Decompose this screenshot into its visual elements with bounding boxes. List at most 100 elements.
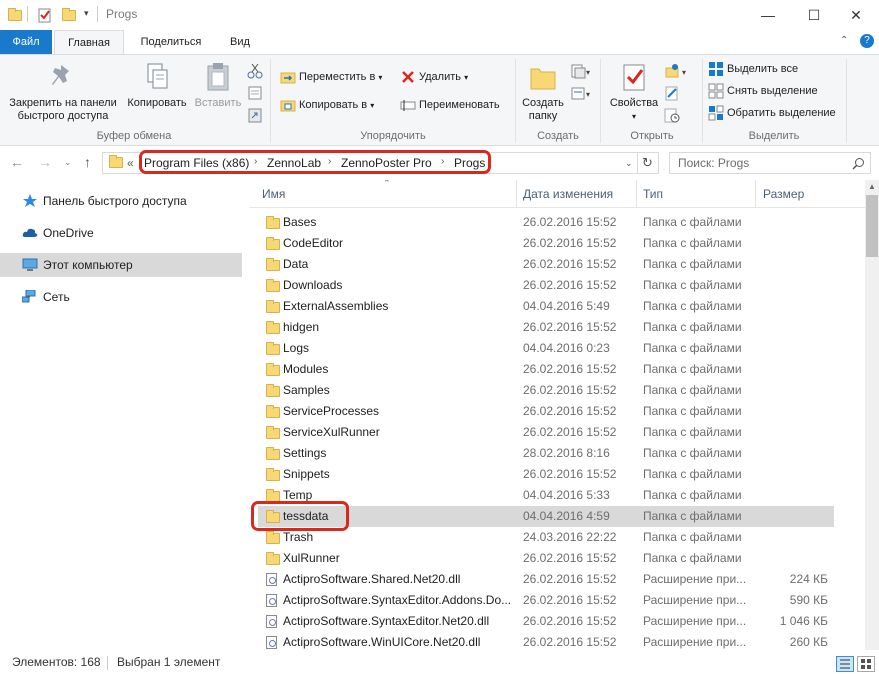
copy-button[interactable]: Копировать [124, 61, 190, 110]
file-row[interactable]: Settings 28.02.2016 8:16 Папка с файлами [258, 443, 834, 464]
file-type: Расширение при... [643, 572, 747, 586]
file-date: 26.02.2016 15:52 [523, 635, 617, 649]
pin-quick-access-button[interactable]: Закрепить на панели быстрого доступа [4, 61, 122, 123]
file-date: 26.02.2016 15:52 [523, 551, 617, 565]
new-folder-quick-icon[interactable] [62, 7, 76, 21]
copy-label: Копировать [127, 97, 187, 109]
paste-button[interactable]: Вставить [192, 61, 244, 110]
tab-file[interactable]: Файл [0, 30, 52, 54]
column-header-name[interactable]: Имя [262, 187, 285, 201]
column-header-size[interactable]: Размер [763, 187, 804, 201]
forward-button[interactable]: → [38, 154, 52, 170]
file-row[interactable]: ServiceXulRunner 26.02.2016 15:52 Папка с … [258, 422, 834, 443]
scrollbar-thumb[interactable] [866, 195, 878, 257]
file-row[interactable]: ServiceProcesses 26.02.2016 15:52 Папка с … [258, 401, 834, 422]
rename-button[interactable]: Переименовать [400, 95, 500, 115]
file-type: Папка с файлами [643, 278, 742, 292]
file-row[interactable]: Snippets 26.02.2016 15:52 Папка с файлами [258, 464, 834, 485]
file-name: Snippets [283, 467, 330, 481]
file-row[interactable]: Logs 04.04.2016 0:23 Папка с файлами [258, 338, 834, 359]
copy-path-icon[interactable] [247, 85, 263, 104]
address-dropdown-icon[interactable]: ⌄ [625, 158, 633, 169]
dropdown-arrow-icon: ▾ [631, 112, 636, 121]
file-row[interactable]: CodeEditor 26.02.2016 15:52 Папка с файлам… [258, 233, 834, 254]
paste-shortcut-icon[interactable] [247, 107, 263, 126]
invert-selection-button[interactable]: Обратить выделение [708, 103, 836, 123]
back-button[interactable]: ← [10, 154, 24, 170]
computer-icon [22, 258, 38, 271]
file-name: ActiproSoftware.Shared.Net20.dll [283, 572, 461, 586]
file-row[interactable]: hidgen 26.02.2016 15:52 Папка с файлами [258, 317, 834, 338]
tab-view[interactable]: Вид [218, 30, 262, 54]
file-name: ExternalAssemblies [283, 299, 389, 313]
details-view-icon[interactable] [836, 656, 854, 672]
open-icon[interactable]: ▾ [664, 63, 690, 82]
delete-button[interactable]: Удалить ▾ [400, 67, 468, 87]
properties-button[interactable]: Свойства ▾ [606, 61, 662, 123]
column-header-type[interactable]: Тип [643, 187, 663, 201]
recent-locations-icon[interactable]: ⌄ [64, 157, 72, 168]
select-all-icon [708, 61, 724, 77]
breadcrumb-overflow[interactable]: « [127, 156, 134, 170]
folder-icon [266, 426, 280, 439]
new-item-icon[interactable]: ▾ [570, 63, 592, 82]
easy-access-icon[interactable]: ▾ [570, 85, 592, 104]
column-divider[interactable] [516, 180, 517, 208]
file-type: Папка с файлами [643, 299, 742, 313]
file-date: 26.02.2016 15:52 [523, 257, 617, 271]
file-row[interactable]: Downloads 26.02.2016 15:52 Папка с файлами [258, 275, 834, 296]
file-row[interactable]: ExternalAssemblies 04.04.2016 5:49 Папка с… [258, 296, 834, 317]
file-type: Папка с файлами [643, 341, 742, 355]
file-name: Bases [283, 215, 317, 229]
file-row[interactable]: Data 26.02.2016 15:52 Папка с файлами [258, 254, 834, 275]
up-button[interactable]: ↑ [84, 154, 91, 170]
copy-to-button[interactable]: Копировать в ▾ [280, 95, 374, 115]
collapse-ribbon-icon[interactable]: ⌃ [840, 35, 848, 46]
nav-item-network[interactable]: Сеть [0, 285, 242, 309]
file-date: 04.04.2016 5:49 [523, 299, 610, 313]
file-row[interactable]: Modules 26.02.2016 15:52 Папка с файлами [258, 359, 834, 380]
edit-icon[interactable] [664, 85, 680, 104]
properties-quick-icon[interactable] [38, 7, 52, 23]
properties-icon [618, 61, 650, 93]
file-type: Расширение при... [643, 593, 747, 607]
column-header-row: ⌃ Имя Дата изменения Тип Размер [250, 180, 865, 208]
file-date: 26.02.2016 15:52 [523, 278, 617, 292]
select-none-button[interactable]: Снять выделение [708, 81, 818, 101]
tab-home[interactable]: Главная [54, 30, 124, 55]
column-divider[interactable] [636, 180, 637, 208]
move-to-button[interactable]: Переместить в ▾ [280, 67, 382, 87]
scroll-up-icon[interactable]: ▲ [868, 182, 876, 191]
customize-quick-access-icon[interactable]: ▾ [84, 8, 89, 19]
sort-ascending-icon: ⌃ [383, 180, 391, 188]
file-row[interactable]: ActiproSoftware.WinUICore.Net20.dll 26.02… [258, 632, 834, 650]
cut-icon[interactable] [247, 63, 263, 82]
file-row[interactable]: ActiproSoftware.SyntaxEditor.Addons.Do..… [258, 590, 834, 611]
maximize-button[interactable]: ☐ [791, 0, 837, 30]
file-row[interactable]: XulRunner 26.02.2016 15:52 Папка с файлами [258, 548, 834, 569]
large-icons-view-icon[interactable] [857, 656, 875, 672]
title-bar: ▾ Progs — ☐ ✕ [0, 0, 879, 30]
history-icon[interactable] [664, 107, 680, 126]
file-row[interactable]: ActiproSoftware.SyntaxEditor.Net20.dll 26… [258, 611, 834, 632]
nav-item-quick-access[interactable]: Панель быстрого доступа [0, 189, 242, 213]
column-header-date[interactable]: Дата изменения [523, 187, 613, 201]
close-button[interactable]: ✕ [833, 0, 879, 30]
nav-item-onedrive[interactable]: OneDrive [0, 221, 242, 245]
help-icon[interactable]: ? [860, 34, 874, 48]
group-divider [600, 59, 601, 143]
file-row[interactable]: Bases 26.02.2016 15:52 Папка с файлами [258, 212, 834, 233]
search-input[interactable]: Поиск: Progs [669, 152, 871, 174]
select-all-button[interactable]: Выделить все [708, 59, 798, 79]
refresh-button[interactable]: ↻ [637, 152, 659, 174]
new-folder-button[interactable]: Создать папку [520, 61, 566, 123]
column-divider[interactable] [755, 180, 756, 208]
nav-label: Сеть [43, 290, 70, 304]
nav-label: Панель быстрого доступа [43, 194, 187, 208]
window-title: Progs [106, 7, 138, 21]
file-row[interactable]: ActiproSoftware.Shared.Net20.dll 26.02.20… [258, 569, 834, 590]
tab-share[interactable]: Поделиться [128, 30, 214, 54]
nav-item-this-pc[interactable]: Этот компьютер [0, 253, 242, 277]
file-row[interactable]: Samples 26.02.2016 15:52 Папка с файлами [258, 380, 834, 401]
minimize-button[interactable]: — [745, 0, 791, 30]
